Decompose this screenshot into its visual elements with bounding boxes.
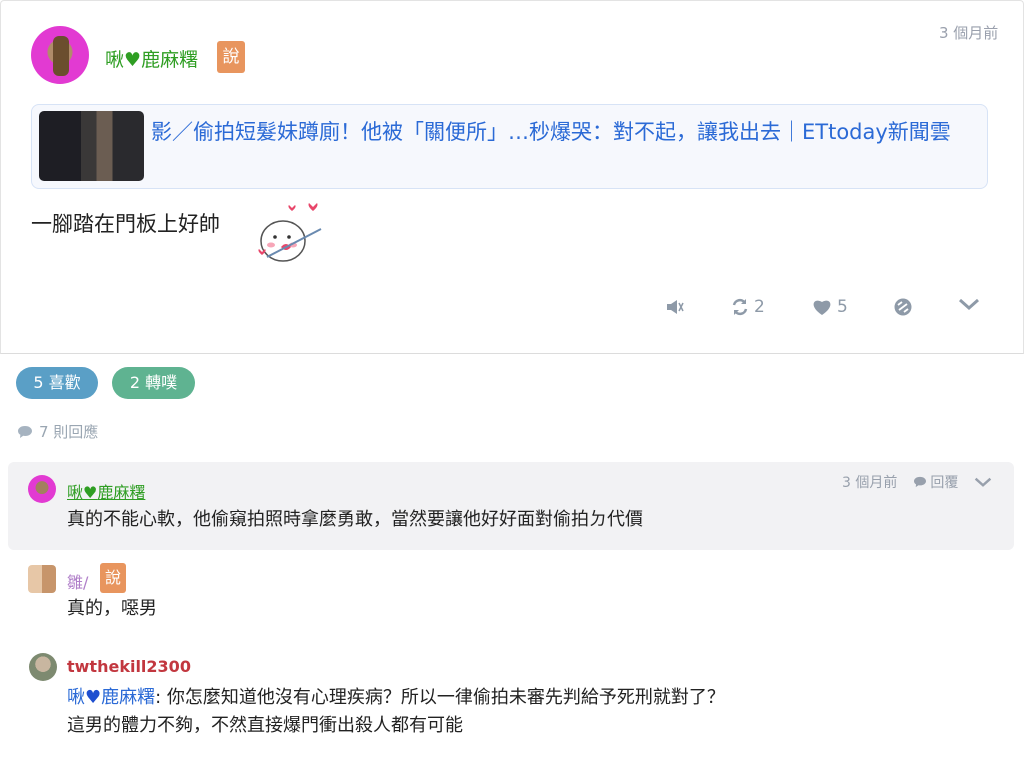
cupid-sticker-icon [258, 203, 322, 262]
heart-icon: ♥ [124, 49, 142, 71]
post-time: 3 個月前 [939, 24, 999, 42]
response-text-line-1: 啾♥鹿麻糬: 你怎麼知道他沒有心理疾病？所以一律偷拍未審先判給予死刑就對了？ [67, 687, 725, 708]
speech-bubble-icon [18, 425, 32, 438]
response-text-line-2: 這男的體力不夠，不然直接爆門衝出殺人都有可能 [67, 715, 463, 736]
mute-icon [667, 300, 684, 314]
plurk-post: 啾♥鹿麻糬 說 3 個月前 影／偷拍短髮妹蹲廁！他被「關便所」…秒爆哭：對不起，… [0, 0, 1024, 354]
heart-icon: ♥ [83, 483, 98, 502]
mention-link[interactable]: 啾♥鹿麻糬 [67, 687, 155, 708]
link-thumbnail [39, 111, 144, 181]
chevron-down-icon[interactable] [974, 476, 992, 488]
reply-button[interactable]: 回覆 [913, 472, 958, 492]
heart-icon: ♥ [85, 687, 102, 708]
speech-bubble-icon [914, 476, 927, 488]
avatar[interactable] [28, 565, 56, 593]
link-preview[interactable]: 影／偷拍短髮妹蹲廁！他被「關便所」…秒爆哭：對不起，讓我出去｜ETtoday新聞… [31, 104, 988, 189]
replurk-icon [732, 298, 748, 316]
response-time: 3 個月前 [842, 475, 898, 491]
chevron-down-icon [959, 298, 979, 311]
post-text: 一腳踏在門板上好帥 [31, 212, 220, 236]
replurk-button[interactable]: 2 [730, 297, 765, 317]
globe-link-icon [894, 298, 912, 316]
qualifier-badge: 說 [100, 563, 126, 593]
likes-pill[interactable]: 5 喜歡 [16, 367, 98, 399]
more-options-button[interactable] [958, 297, 980, 311]
avatar[interactable] [29, 653, 57, 681]
replurks-pill[interactable]: 2 轉噗 [112, 367, 195, 399]
like-count: 5 [837, 297, 848, 317]
response-text: 真的，噁男 [67, 598, 157, 619]
avatar[interactable] [28, 475, 56, 503]
heart-icon [813, 300, 831, 315]
replurk-count: 2 [754, 297, 765, 317]
link-title[interactable]: 影／偷拍短髮妹蹲廁！他被「關便所」…秒爆哭：對不起，讓我出去｜ETtoday新聞… [151, 116, 971, 148]
author-name[interactable]: 啾♥鹿麻糬 [105, 45, 198, 72]
commenter-name[interactable]: 啾♥鹿麻糬 [67, 479, 145, 503]
responses-count: 7 則回應 [17, 421, 98, 442]
response-item: 啾♥鹿麻糬 3 個月前 回覆 真的不能心軟，他偷窺拍照時拿麼勇敢，當然要讓他好好… [8, 462, 1014, 550]
response-meta: 3 個月前 回覆 [842, 472, 992, 492]
qualifier-badge: 說 [217, 41, 245, 73]
response-text: 真的不能心軟，他偷窺拍照時拿麼勇敢，當然要讓他好好面對偷拍ㄉ代價 [67, 509, 643, 530]
author-avatar[interactable] [31, 26, 89, 84]
mute-button[interactable] [665, 297, 685, 317]
commenter-name[interactable]: twthekill2300 [67, 657, 191, 676]
commenter-name[interactable]: 雛/ [67, 569, 88, 593]
link-button[interactable] [893, 297, 913, 317]
like-button[interactable]: 5 [811, 297, 848, 317]
